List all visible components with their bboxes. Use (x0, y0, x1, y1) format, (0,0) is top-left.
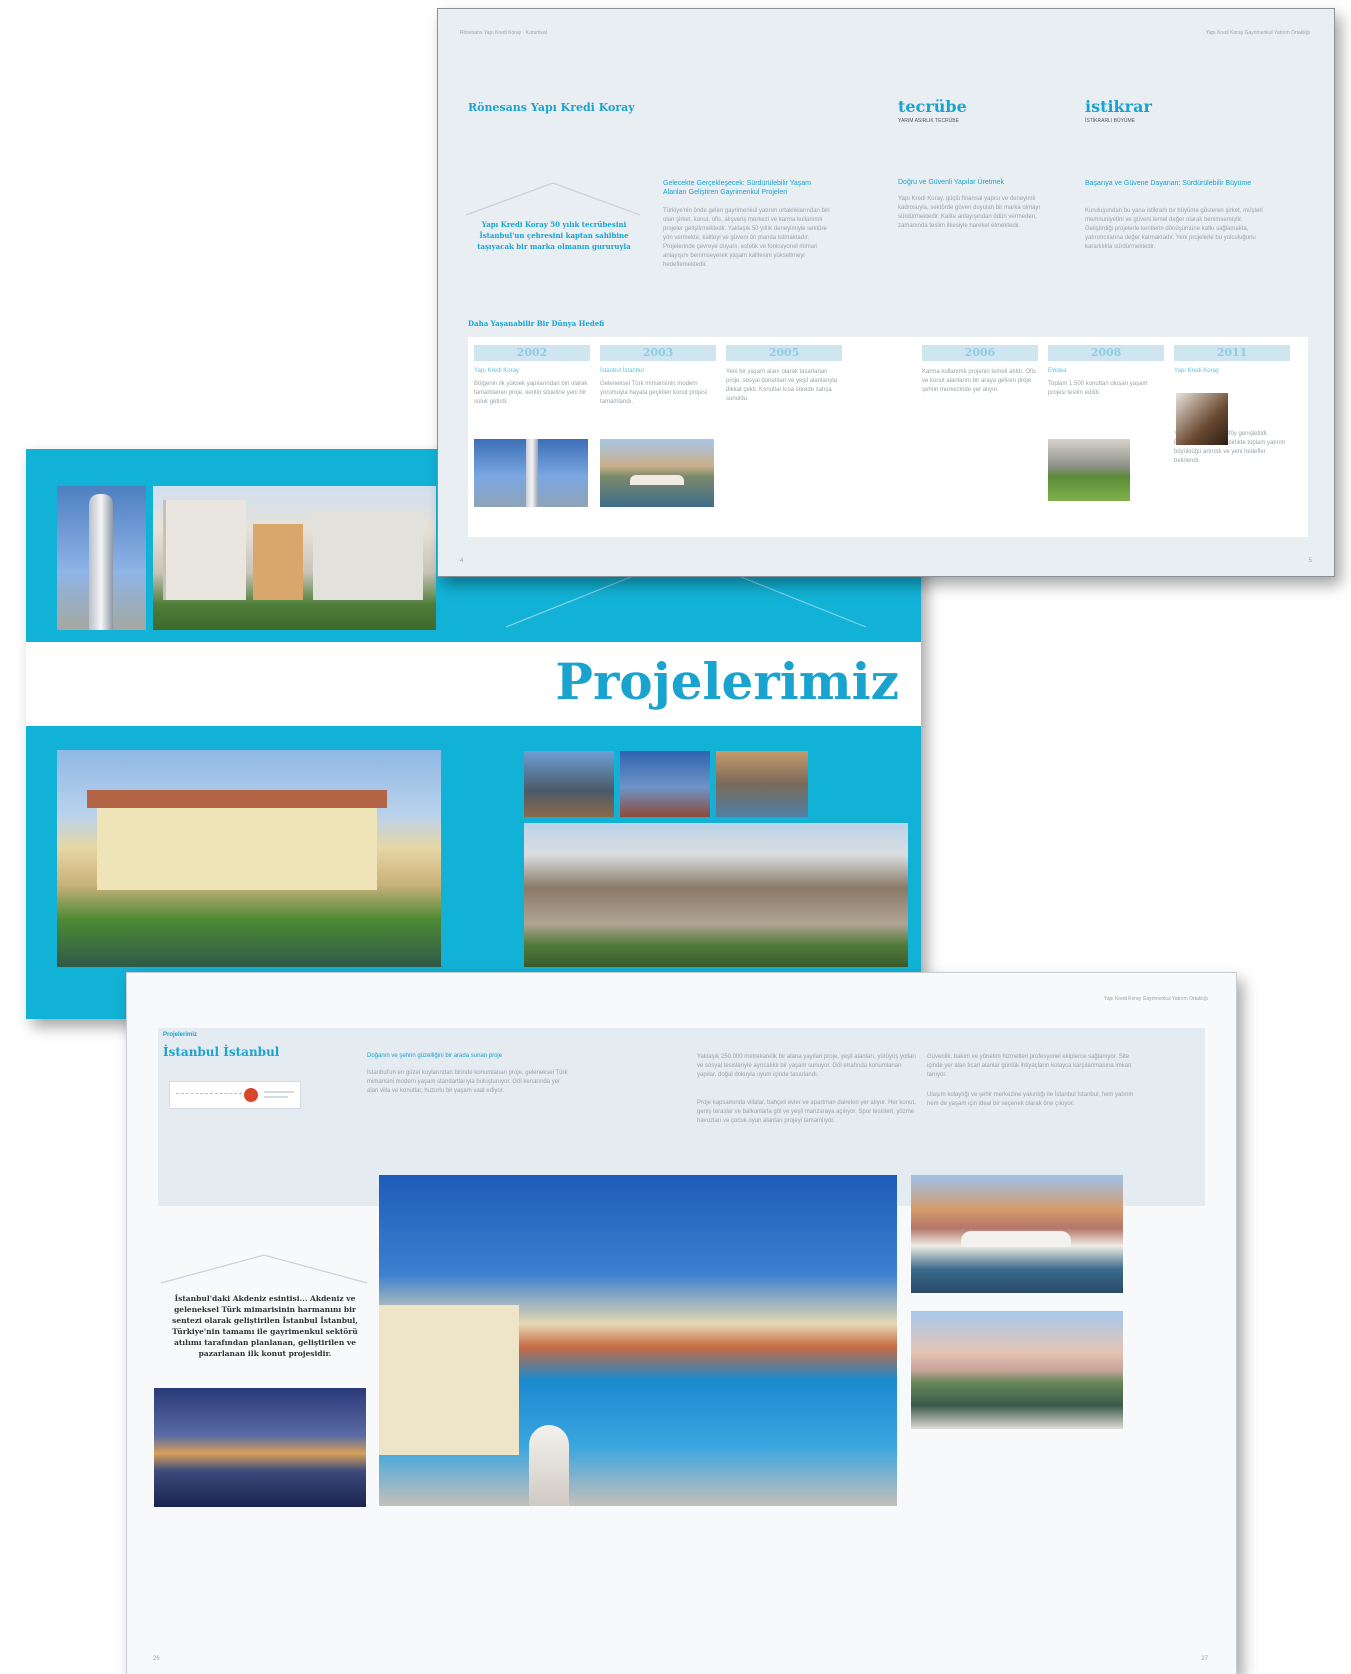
header-right: Yapı Kredi Koray Gayrimenkul Yatırım Ort… (1205, 30, 1310, 36)
quote-text: İstanbul'daki Akdeniz esintisi... Akdeni… (172, 1294, 358, 1358)
col3-heading: Başarıya ve Güvene Dayanan: Sürdürülebil… (1085, 180, 1252, 187)
timeline-year: 2003 (600, 345, 716, 361)
complex-photo (524, 823, 908, 967)
pool-photo (379, 1175, 897, 1506)
portrait-photo (1176, 393, 1228, 445)
timeline-heading: Daha Yaşanabilir Bir Dünya Hedefi (468, 319, 605, 328)
timeline-year: 2008 (1048, 345, 1164, 361)
page-number-left: 26 (153, 1656, 160, 1662)
timeline-name: Evidea (1048, 368, 1067, 374)
timeline-name: Yapı Kredi Koray (474, 368, 519, 374)
timeline-item: 2002 Yapı Kredi Koray Bölgenin ilk yükse… (474, 345, 590, 407)
page-number-right: 5 (1308, 558, 1312, 564)
villa-photo (57, 750, 441, 967)
col3-title: istikrar (1085, 97, 1152, 116)
col2-subtitle: YARIM ASIRLIK TECRÜBE (898, 118, 959, 124)
night-lake-photo (154, 1388, 366, 1507)
building-photo-3 (716, 751, 808, 817)
timeline-year: 2011 (1174, 345, 1290, 361)
building-photo-2 (620, 751, 710, 817)
page-number-left: 4 (460, 558, 464, 564)
col1-heading: Gelecekte Gerçekleşecek: Sürdürülebilir … (663, 180, 811, 196)
col2-text: Yapı Kredi Koray, güçlü finansal yapısı … (898, 196, 1041, 229)
bridge-photo (911, 1175, 1123, 1293)
body-text: Yaklaşık 250.000 metrekarelik bir alana … (697, 1054, 916, 1078)
spread-title: Rönesans Yapı Kredi Koray (468, 101, 635, 114)
timeline-text: Karma kullanımlı projenin temeli atıldı.… (922, 369, 1037, 393)
intro-text: İstanbul'un en güzel koylarından birinde… (367, 1070, 568, 1094)
timeline-text: Bölgenin ilk yüksek yapılarından biri ol… (474, 381, 588, 405)
spread-corporate: Rönesans Yapı Kredi Koray · Kurumsal Yap… (437, 8, 1335, 577)
col3-text: Kuruluşundan bu yana istikrarlı bir büyü… (1085, 208, 1263, 250)
arch-text: Yapı Kredi Koray 50 yılık tecrübesini İs… (477, 220, 631, 251)
timeline-item: 2006 Karma kullanımlı projenin temeli at… (922, 345, 1038, 395)
col2-title: tecrübe (898, 97, 967, 116)
timeline-year: 2002 (474, 345, 590, 361)
section-label: Projelerimiz (163, 1032, 198, 1038)
bridge-photo (600, 439, 714, 507)
apartments-photo (153, 486, 436, 630)
header-left: Rönesans Yapı Kredi Koray · Kurumsal (460, 30, 547, 36)
col1-text: Türkiye'nin önde gelen gayrimenkul yatır… (663, 208, 830, 268)
building-photo-1 (524, 751, 614, 817)
tower-photo (57, 486, 146, 630)
timeline-text: Geleneksel Türk mimarisinin modern yorum… (600, 381, 708, 405)
projects-title: Projelerimiz (555, 652, 899, 711)
roof-arch-icon (465, 182, 641, 216)
intro-heading: Doğanın ve şehrin güzelliğini bir arada … (367, 1053, 503, 1059)
timeline-name: İstanbul İstanbul (600, 368, 644, 374)
park-photo (1048, 439, 1130, 501)
project-title: İstanbul İstanbul (163, 1045, 280, 1059)
timeline-item: 2003 İstanbul İstanbul Geleneksel Türk m… (600, 345, 716, 407)
body-text: Ulaşım kolaylığı ve şehir merkezine yakı… (927, 1092, 1134, 1107)
timeline-text: Toplam 1.500 konuttan oluşan yaşam proje… (1048, 381, 1148, 396)
project-badge (169, 1081, 301, 1109)
body-text: Güvenlik, bakım ve yönetim hizmetleri pr… (927, 1054, 1132, 1078)
page-number-right: 27 (1201, 1656, 1208, 1662)
col3-subtitle: İSTİKRARLI BÜYÜME (1085, 118, 1136, 124)
timeline-text: Yeni bir yaşam alanı olarak tasarlanan p… (726, 369, 838, 402)
timeline-year: 2005 (726, 345, 842, 361)
timeline-item: 2008 Evidea Toplam 1.500 konuttan oluşan… (1048, 345, 1164, 398)
body-text: Proje kapsamında villalar, bahçeli evler… (697, 1100, 916, 1124)
timeline-year: 2006 (922, 345, 1038, 361)
badge-dot-icon (244, 1088, 258, 1102)
roof-arch-icon (160, 1254, 368, 1284)
lakeside-photo (911, 1311, 1123, 1429)
timeline-item: 2005 Yeni bir yaşam alanı olarak tasarla… (726, 345, 842, 404)
spread-istanbul-istanbul: Yapı Kredi Koray Gayrimenkul Yatırım Ort… (126, 972, 1237, 1674)
tower-photo (474, 439, 588, 507)
col2-heading: Doğru ve Güvenli Yapılar Üretmek (898, 179, 1004, 186)
header-right: Yapı Kredi Koray Gayrimenkul Yatırım Ort… (1103, 996, 1208, 1002)
